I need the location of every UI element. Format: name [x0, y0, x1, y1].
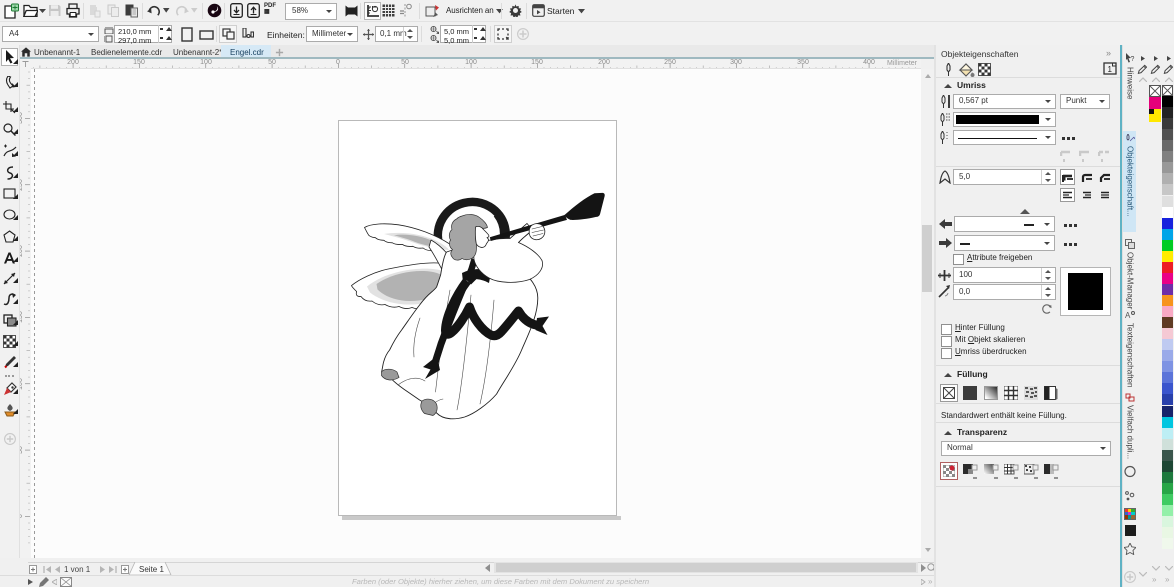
svg-text:1: 1 [1108, 65, 1113, 74]
svg-text:A: A [1125, 311, 1131, 320]
svg-text:?: ? [1131, 56, 1135, 63]
